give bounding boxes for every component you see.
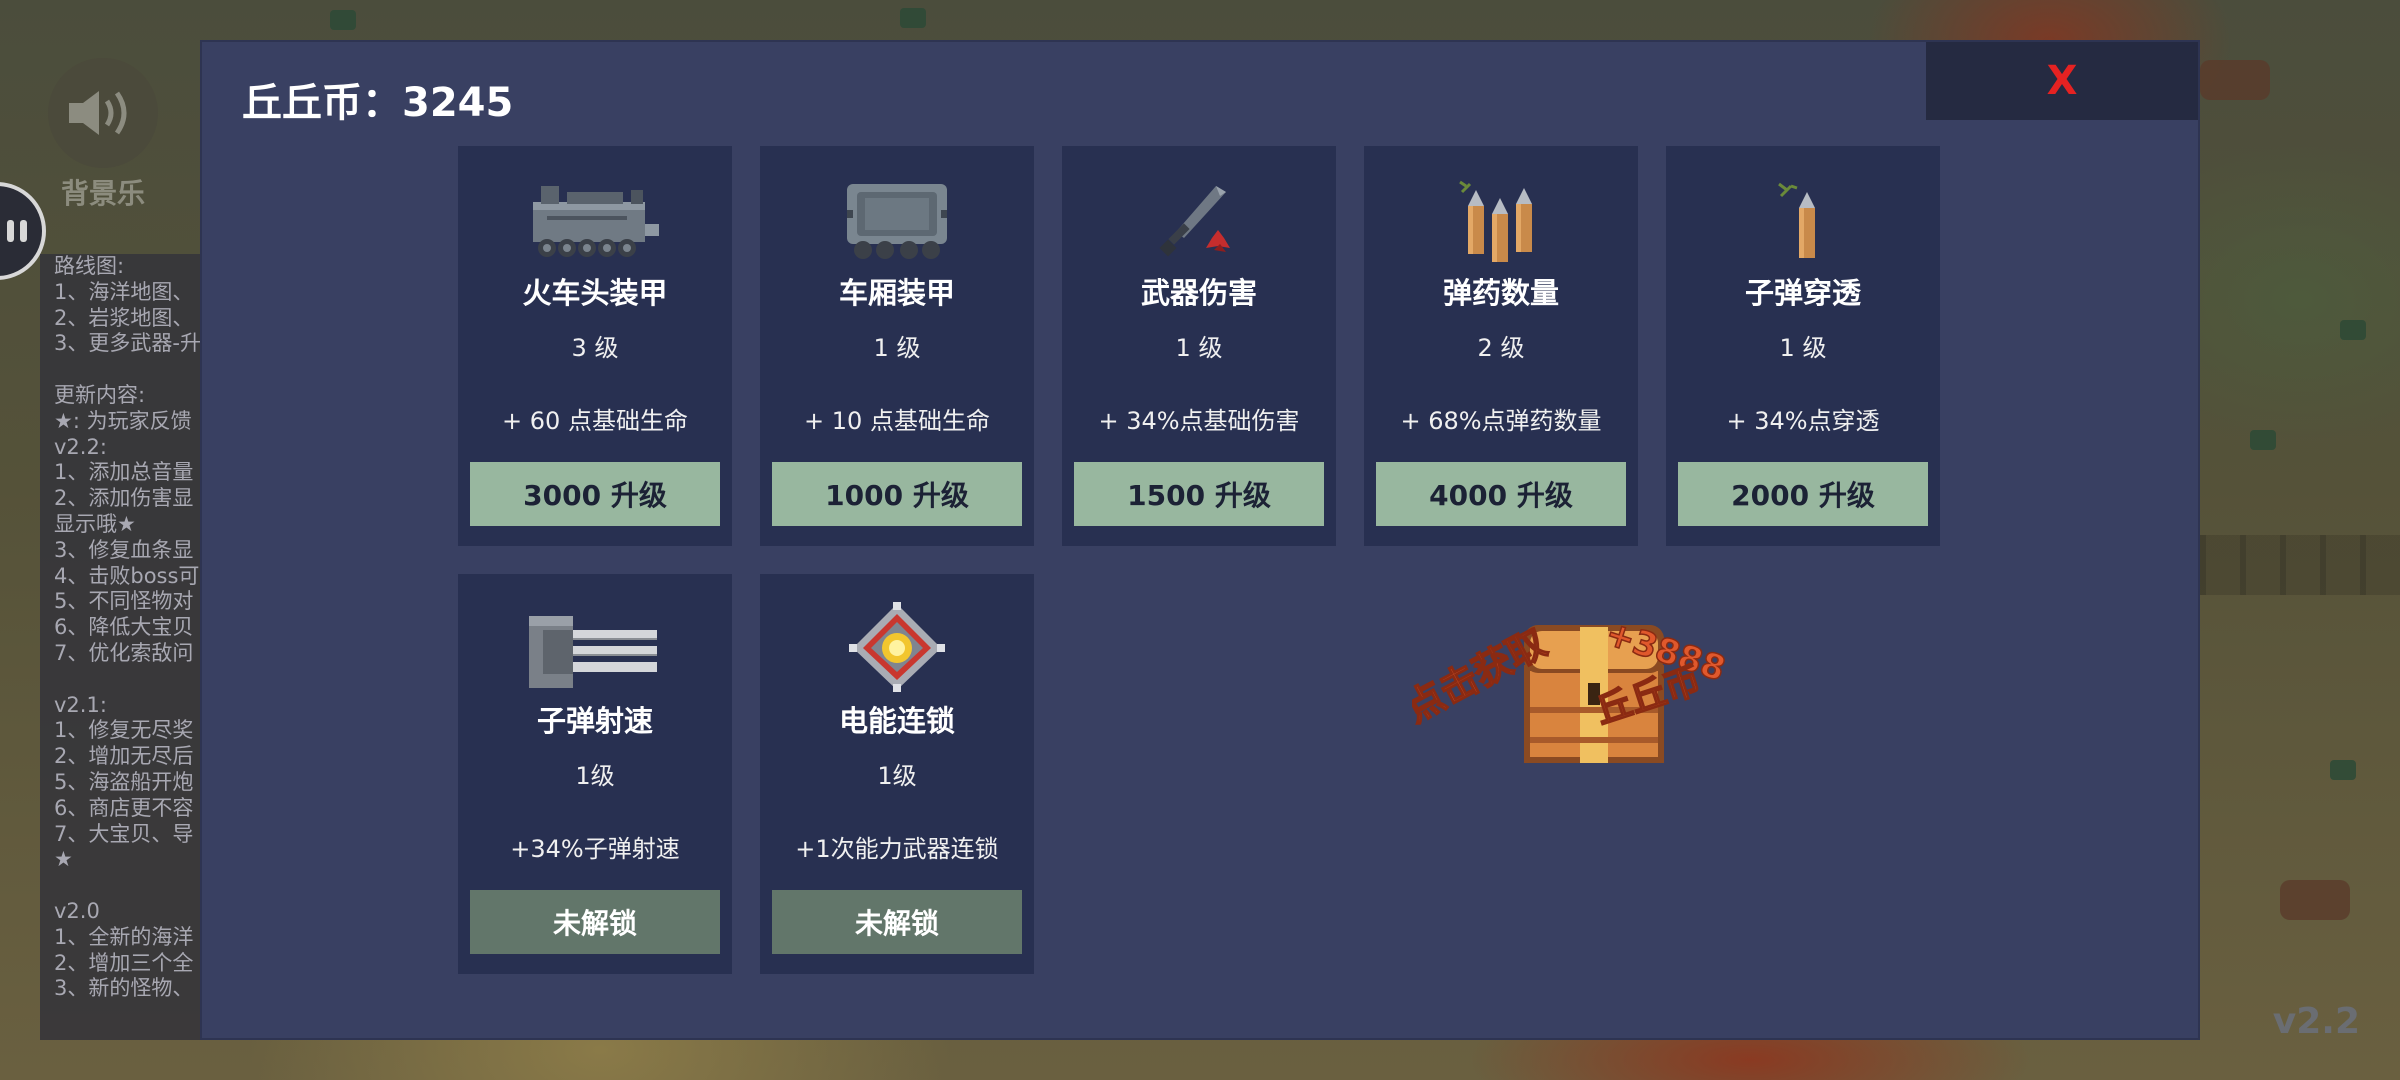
- upgrade-card-fire-rate: 子弹射速 1级 +34%子弹射速 未解锁: [458, 574, 732, 974]
- treasure-chest-reward[interactable]: 点击获取 +3888 丘丘币: [1398, 567, 1742, 777]
- update-note-line: [40, 667, 210, 693]
- update-note-line: v2.2:: [54, 434, 107, 459]
- rail-track: [2200, 535, 2400, 595]
- upgrade-button[interactable]: 1500 升级: [1074, 462, 1324, 526]
- upgrade-effect: + 34%点穿透: [1726, 407, 1880, 435]
- update-note-line: 3、新的怪物、: [54, 976, 194, 1001]
- update-note-line: 显示哦★: [54, 511, 136, 536]
- upgrade-effect: +34%子弹射速: [510, 835, 680, 863]
- upgrade-level: 1 级: [1175, 334, 1223, 362]
- upgrade-name: 武器伤害: [1140, 276, 1257, 310]
- update-note-line: 1、修复无尽奖: [54, 718, 194, 743]
- update-note-line: v2.1:: [54, 692, 107, 717]
- upgrade-level: 1 级: [873, 334, 921, 362]
- upgrade-effect: + 68%点弹药数量: [1400, 407, 1602, 435]
- energy-core-icon: [760, 574, 1034, 692]
- upgrade-card-ammo-count: 弹药数量 2 级 + 68%点弹药数量 4000 升级: [1364, 146, 1638, 546]
- train-car-icon: [760, 146, 1034, 264]
- upgrade-effect: + 34%点基础伤害: [1098, 407, 1300, 435]
- bullet-icon: [1666, 146, 1940, 264]
- update-note-line: 6、商店更不容: [54, 795, 194, 820]
- tree: [2340, 320, 2366, 340]
- upgrade-level: 2 级: [1477, 334, 1525, 362]
- gun-barrel-icon: [458, 574, 732, 692]
- upgrade-effect: + 60 点基础生命: [502, 407, 688, 435]
- close-button[interactable]: X: [1926, 42, 2198, 120]
- upgrade-name: 子弹穿透: [1744, 276, 1861, 310]
- upgrade-effect: + 10 点基础生命: [804, 407, 990, 435]
- update-note-line: 6、降低大宝贝: [54, 615, 194, 640]
- update-note-line: [40, 873, 210, 899]
- upgrade-button[interactable]: 4000 升级: [1376, 462, 1626, 526]
- upgrade-name: 子弹射速: [536, 704, 653, 738]
- update-note-line: 5、不同怪物对: [54, 589, 194, 614]
- update-note-line: ★: 为玩家反馈: [54, 408, 192, 433]
- update-note-line: 2、增加三个全: [54, 950, 194, 975]
- speaker-icon: [48, 58, 158, 168]
- sword-icon: [1062, 146, 1336, 264]
- upgrade-level: 1级: [877, 762, 917, 790]
- update-note-line: ★: [54, 847, 73, 872]
- locomotive-icon: [458, 146, 732, 264]
- upgrade-name: 火车头装甲: [522, 276, 668, 310]
- update-note-line: 2、添加伤害显: [54, 486, 194, 511]
- close-icon: X: [2046, 58, 2078, 104]
- update-notes-panel: 路线图: 1、海洋地图、 2、岩浆地图、 3、更多武器-升 更新内容: ★: 为玩家反馈 v…: [40, 254, 210, 1040]
- upgrade-effect: +1次能力武器连锁: [795, 835, 999, 863]
- update-note-line: 4、击败boss可: [54, 563, 200, 588]
- update-note-line: 3、修复血条显: [54, 537, 194, 562]
- upgrade-card-weapon-damage: 武器伤害 1 级 + 34%点基础伤害 1500 升级: [1062, 146, 1336, 546]
- shop-dialog: 丘丘币：3245 X 火车头装甲 3 级 + 60 点基础生命 3000 升级 …: [202, 42, 2198, 1038]
- tree: [330, 10, 356, 30]
- update-note-line: 2、增加无尽后: [54, 744, 194, 769]
- update-note-line: 5、海盗船开炮: [54, 769, 194, 794]
- update-note-line: 7、大宝贝、导: [54, 821, 194, 846]
- upgrade-level: 1 级: [1779, 334, 1827, 362]
- music-label: 背景乐: [60, 177, 145, 210]
- update-note-line: 1、添加总音量: [54, 460, 194, 485]
- upgrade-card-carriage-armor: 车厢装甲 1 级 + 10 点基础生命 1000 升级: [760, 146, 1034, 546]
- upgrade-card-energy-chain: 电能连锁 1级 +1次能力武器连锁 未解锁: [760, 574, 1034, 974]
- tree: [2330, 760, 2356, 780]
- upgrade-button[interactable]: 2000 升级: [1678, 462, 1928, 526]
- upgrade-card-locomotive-armor: 火车头装甲 3 级 + 60 点基础生命 3000 升级: [458, 146, 732, 546]
- ammo-icon: [1364, 146, 1638, 264]
- upgrade-name: 弹药数量: [1442, 276, 1559, 310]
- upgrade-name: 电能连锁: [838, 704, 955, 738]
- monster-sprite: [2200, 60, 2270, 100]
- update-note-line: 1、全新的海洋: [54, 924, 194, 949]
- version-label: v2.2: [2272, 1001, 2360, 1042]
- upgrade-button[interactable]: 1000 升级: [772, 462, 1022, 526]
- music-toggle[interactable]: 背景乐: [28, 58, 178, 212]
- update-note-line: 更新内容:: [54, 382, 146, 407]
- update-note-line: 1、海洋地图、: [54, 279, 194, 304]
- update-note-line: 2、岩浆地图、: [54, 305, 194, 330]
- monster-sprite: [2280, 880, 2350, 920]
- update-note-line: 3、更多武器-升: [54, 331, 201, 356]
- locked-button[interactable]: 未解锁: [772, 890, 1022, 954]
- update-note-line: 7、优化索敌问: [54, 640, 194, 665]
- update-note-line: [40, 357, 210, 383]
- upgrade-level: 1级: [575, 762, 615, 790]
- upgrade-name: 车厢装甲: [838, 276, 955, 310]
- locked-button[interactable]: 未解锁: [470, 890, 720, 954]
- upgrade-card-bullet-penetration: 子弹穿透 1 级 + 34%点穿透 2000 升级: [1666, 146, 1940, 546]
- tree: [900, 8, 926, 28]
- update-note-line: 路线图:: [54, 254, 125, 278]
- tree: [2250, 430, 2276, 450]
- update-note-line: v2.0: [54, 898, 100, 923]
- coin-balance: 丘丘币：3245: [242, 80, 514, 126]
- upgrade-button[interactable]: 3000 升级: [470, 462, 720, 526]
- upgrade-level: 3 级: [571, 334, 619, 362]
